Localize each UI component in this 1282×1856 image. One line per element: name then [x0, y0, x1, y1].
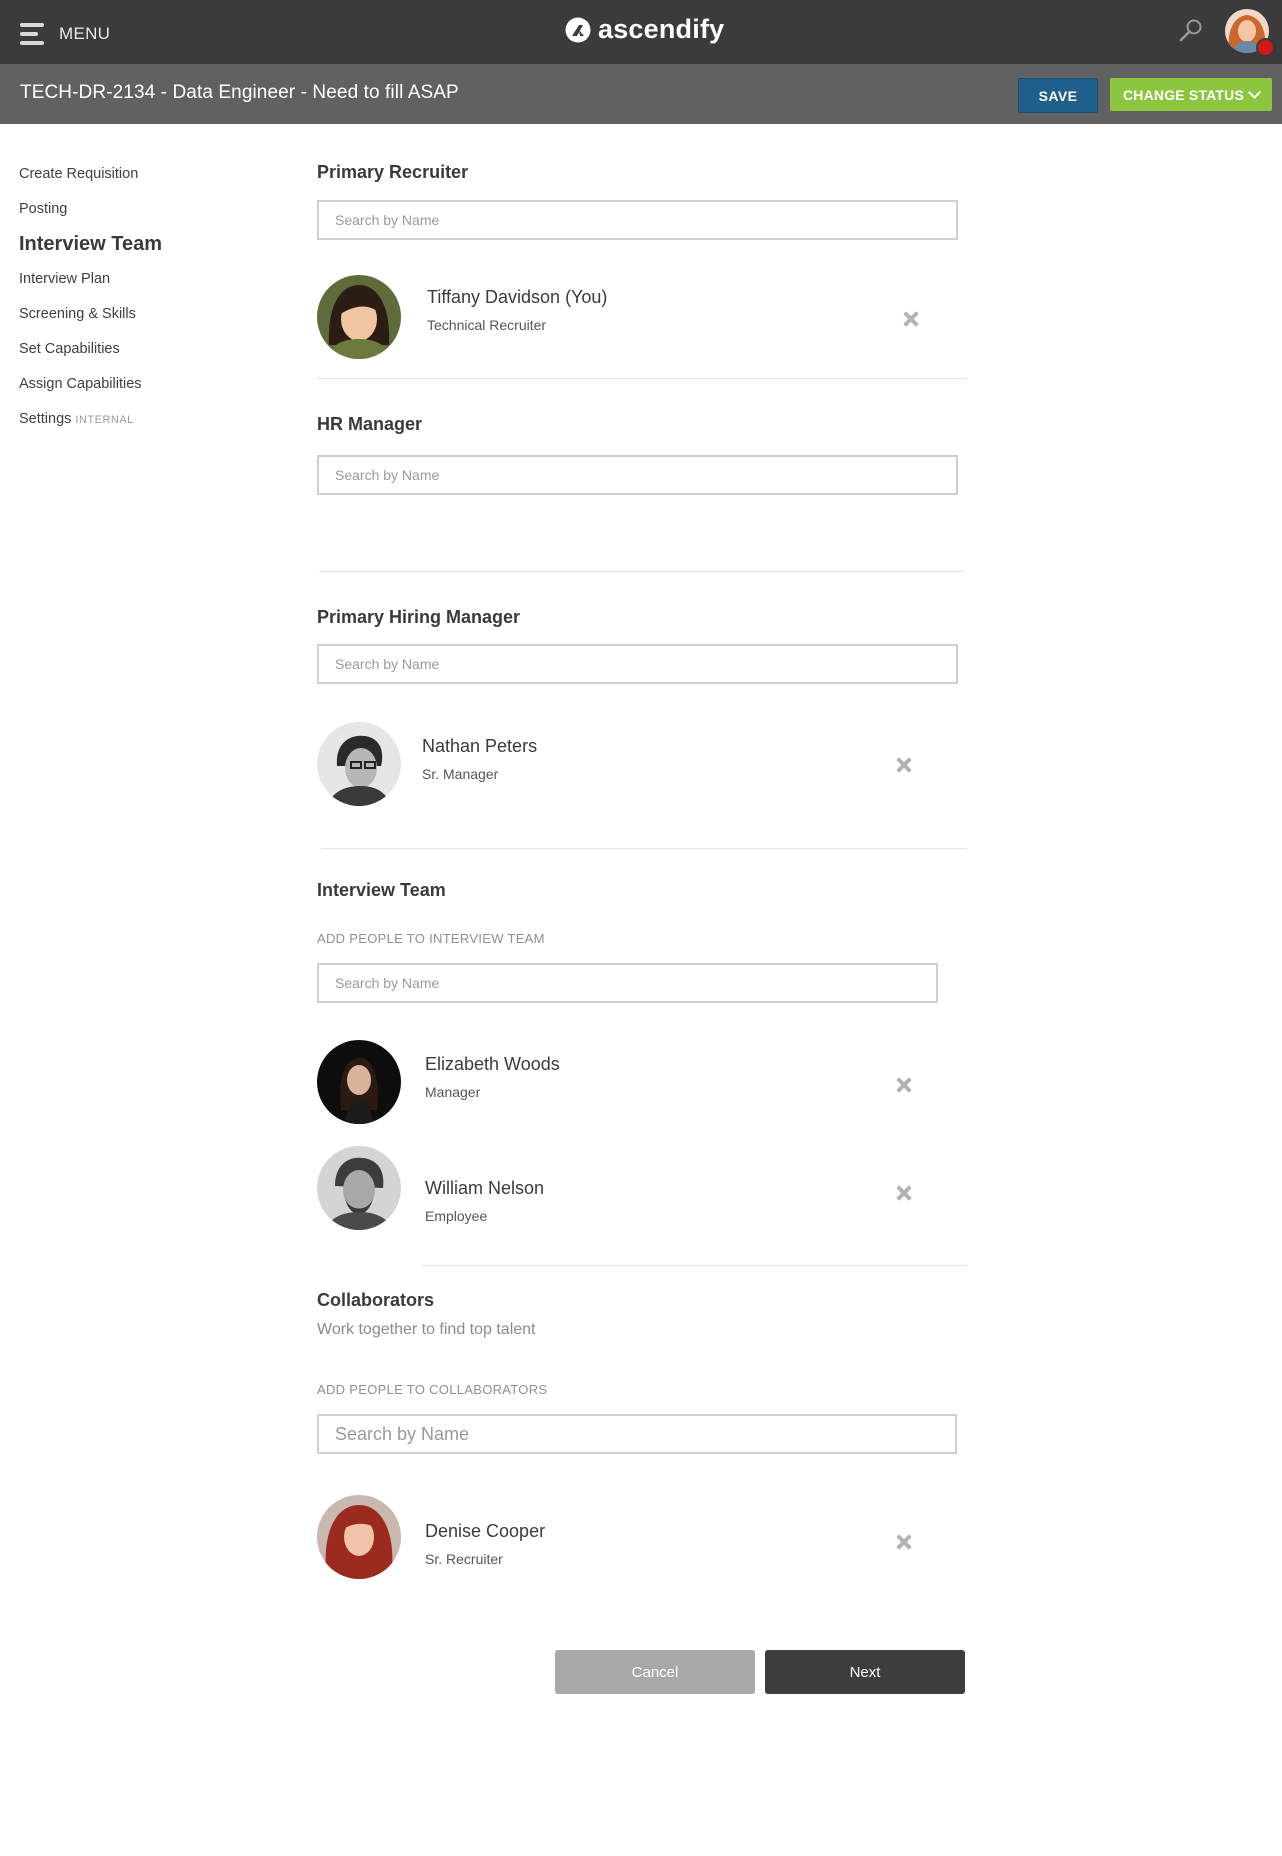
hamburger-menu-icon — [20, 23, 44, 45]
search-icon[interactable] — [1178, 18, 1204, 44]
brand-logo[interactable]: ascendify — [565, 14, 724, 45]
interview-team-search-input[interactable] — [317, 963, 938, 1003]
collaborators-search-input[interactable] — [317, 1414, 957, 1454]
person-name: Elizabeth Woods — [425, 1054, 560, 1074]
remove-person-icon[interactable] — [895, 1533, 913, 1551]
avatar — [317, 1495, 401, 1579]
section-divider — [321, 848, 967, 849]
nav-item-interview-team[interactable]: Interview Team — [19, 232, 162, 268]
avatar — [317, 275, 401, 359]
person-name: William Nelson — [425, 1178, 545, 1198]
menu-label: MENU — [59, 24, 111, 43]
person-role: Sr. Recruiter — [425, 1551, 503, 1567]
collaborators-heading: Collaborators — [317, 1290, 435, 1310]
top-navigation-bar: MENU ascendify — [0, 0, 1282, 64]
person-role: Manager — [425, 1084, 481, 1100]
nav-item-settings[interactable]: Settings INTERNAL — [19, 405, 134, 440]
primary-hiring-manager-heading: Primary Hiring Manager — [317, 607, 521, 627]
section-divider — [319, 571, 964, 572]
person-role: Employee — [425, 1208, 488, 1224]
section-divider — [317, 378, 967, 379]
remove-person-icon[interactable] — [895, 1076, 913, 1094]
chevron-down-icon — [1248, 86, 1261, 99]
hr-manager-search-input[interactable] — [317, 455, 958, 495]
person-name: Nathan Peters — [422, 736, 538, 756]
nav-item-settings-label: Settings — [19, 411, 72, 427]
avatar — [317, 722, 401, 806]
collaborators-subtitle: Work together to find top talent — [317, 1321, 536, 1338]
nav-item-create-requisition[interactable]: Create Requisition — [19, 160, 138, 195]
ascendify-logo-icon — [565, 17, 591, 42]
avatar — [317, 1146, 401, 1230]
remove-person-icon[interactable] — [895, 756, 913, 774]
nav-item-screening-skills[interactable]: Screening & Skills — [19, 300, 136, 335]
person-name: Denise Cooper — [425, 1521, 546, 1541]
add-collaborators-label: ADD PEOPLE TO COLLABORATORS — [317, 1382, 548, 1397]
primary-recruiter-heading: Primary Recruiter — [317, 162, 469, 182]
primary-recruiter-search-input[interactable] — [317, 200, 958, 240]
remove-person-icon[interactable] — [902, 310, 920, 328]
nav-item-posting[interactable]: Posting — [19, 195, 67, 230]
person-role: Technical Recruiter — [427, 317, 547, 333]
cancel-button[interactable]: Cancel — [555, 1650, 755, 1694]
person-name: Tiffany Davidson (You) — [427, 287, 608, 307]
person-role: Sr. Manager — [422, 766, 499, 782]
save-button[interactable]: SAVE — [1018, 78, 1098, 113]
nav-item-set-capabilities[interactable]: Set Capabilities — [19, 335, 120, 370]
requisition-title-bar: TECH-DR-2134 - Data Engineer - Need to f… — [0, 64, 1282, 124]
brand-name: ascendify — [598, 14, 725, 44]
avatar — [317, 1040, 401, 1124]
nav-item-interview-plan[interactable]: Interview Plan — [19, 265, 110, 300]
next-button[interactable]: Next — [765, 1650, 965, 1694]
interview-team-heading: Interview Team — [317, 880, 446, 900]
notification-dot[interactable] — [1256, 38, 1275, 57]
add-interview-team-label: ADD PEOPLE TO INTERVIEW TEAM — [317, 931, 545, 946]
change-status-button[interactable]: CHANGE STATUS — [1110, 78, 1272, 111]
nav-item-assign-capabilities[interactable]: Assign Capabilities — [19, 370, 142, 405]
menu-button[interactable]: MENU — [20, 20, 110, 48]
requisition-title: TECH-DR-2134 - Data Engineer - Need to f… — [20, 82, 459, 103]
hiring-manager-search-input[interactable] — [317, 644, 958, 684]
hr-manager-heading: HR Manager — [317, 414, 423, 434]
change-status-label: CHANGE STATUS — [1122, 86, 1245, 103]
section-divider — [422, 1265, 967, 1266]
internal-tag: INTERNAL — [75, 414, 134, 426]
remove-person-icon[interactable] — [895, 1184, 913, 1202]
